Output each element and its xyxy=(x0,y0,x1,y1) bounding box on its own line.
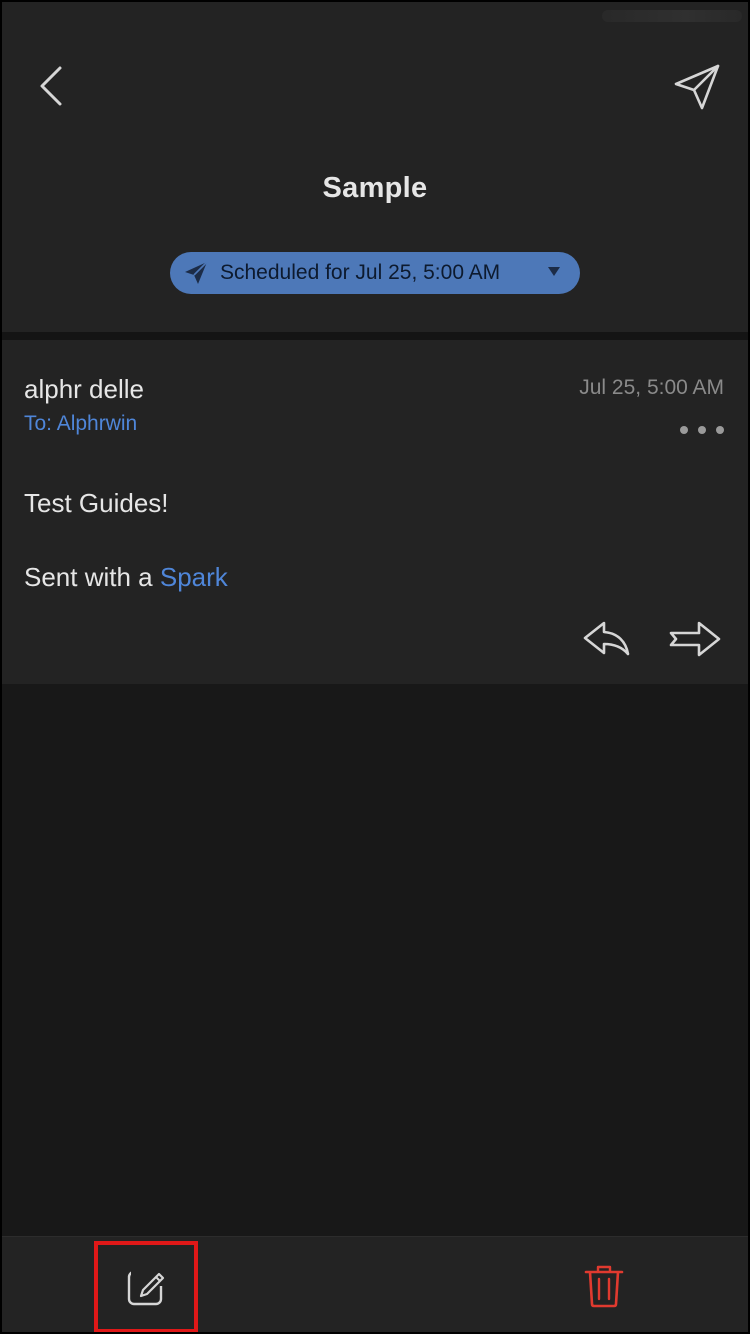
paper-plane-icon xyxy=(182,259,210,287)
email-header: Sample Scheduled for Jul 25, 5:00 AM xyxy=(2,2,748,332)
sender-name: alphr delle xyxy=(24,374,144,404)
page-title: Sample xyxy=(322,172,428,204)
paper-plane-icon xyxy=(674,64,720,110)
reply-icon xyxy=(583,621,630,656)
chevron-down-icon xyxy=(548,267,560,276)
more-horizontal-icon xyxy=(698,426,706,434)
more-horizontal-icon xyxy=(680,426,688,434)
message-card: alphr delle To: Alphrwin Jul 25, 5:00 AM… xyxy=(2,340,748,684)
message-signature: Sent with a Spark xyxy=(24,562,228,593)
message-timestamp: Jul 25, 5:00 AM xyxy=(579,376,724,399)
signature-text: Sent with a xyxy=(24,562,160,592)
forward-button[interactable] xyxy=(666,618,724,660)
more-horizontal-icon xyxy=(716,426,724,434)
edit-button[interactable] xyxy=(94,1241,198,1332)
app-screen: Sample Scheduled for Jul 25, 5:00 AM alp… xyxy=(0,0,750,1334)
message-body: Test Guides! xyxy=(24,488,169,518)
trash-icon xyxy=(584,1265,624,1308)
spark-link[interactable]: Spark xyxy=(160,562,228,592)
back-button[interactable] xyxy=(32,62,76,110)
schedule-dropdown[interactable]: Scheduled for Jul 25, 5:00 AM xyxy=(170,252,580,294)
recipient-link[interactable]: To: Alphrwin xyxy=(24,412,137,436)
chevron-left-icon xyxy=(40,66,62,106)
more-options-button[interactable] xyxy=(680,420,724,440)
status-bar xyxy=(602,10,742,22)
schedule-label: Scheduled for Jul 25, 5:00 AM xyxy=(220,261,501,284)
section-divider xyxy=(2,332,748,340)
edit-icon xyxy=(127,1268,165,1306)
reply-button[interactable] xyxy=(580,618,632,660)
send-button[interactable] xyxy=(672,62,724,112)
bottom-toolbar xyxy=(2,1236,748,1332)
forward-icon xyxy=(669,621,721,657)
delete-button[interactable] xyxy=(580,1261,628,1311)
